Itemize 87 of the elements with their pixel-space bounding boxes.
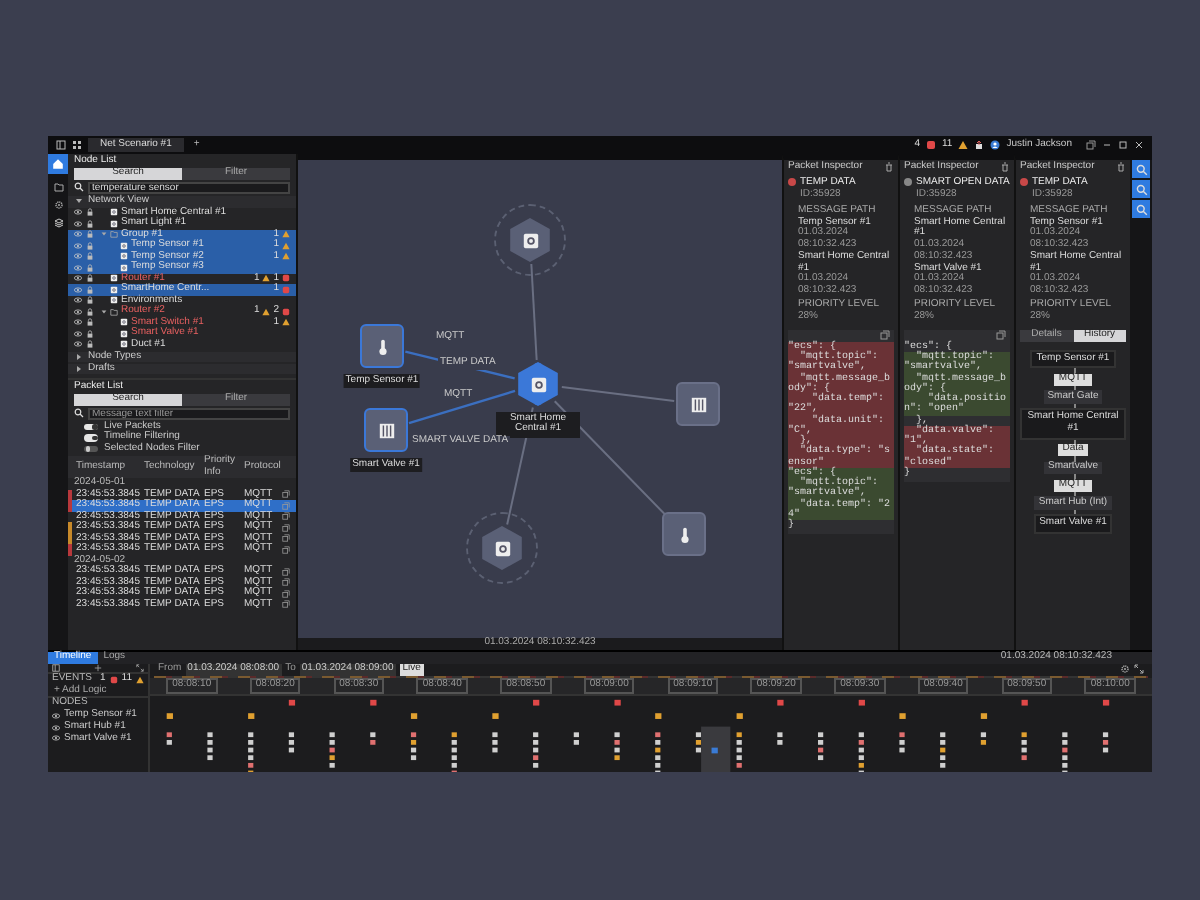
lock-icon[interactable] — [85, 296, 93, 305]
add-icon[interactable] — [94, 663, 102, 672]
hub-node[interactable] — [480, 526, 524, 570]
lock-icon[interactable] — [85, 318, 93, 327]
expand-icon[interactable] — [1134, 664, 1144, 675]
hub-node[interactable] — [516, 362, 560, 406]
toggle-switch[interactable] — [84, 423, 98, 430]
eye-icon[interactable] — [74, 296, 82, 305]
share-icon[interactable] — [974, 140, 985, 150]
search-icon — [74, 408, 84, 419]
eye-icon[interactable] — [74, 252, 82, 261]
eye-icon[interactable] — [52, 734, 60, 743]
valve-node[interactable] — [676, 382, 720, 426]
copy-icon[interactable] — [282, 567, 290, 576]
eye-icon[interactable] — [52, 723, 60, 732]
expand-icon[interactable] — [136, 663, 144, 672]
sensor-node[interactable] — [360, 324, 404, 368]
user-avatar-icon — [990, 140, 1001, 150]
layers-icon[interactable] — [53, 218, 63, 228]
warning-icon — [282, 318, 290, 327]
close-icon[interactable] — [1134, 140, 1144, 150]
error-icon — [282, 307, 290, 316]
lock-icon[interactable] — [85, 219, 93, 228]
settings-icon[interactable] — [1120, 664, 1130, 675]
copy-icon[interactable] — [880, 330, 890, 341]
error-icon — [109, 675, 118, 684]
copy-icon[interactable] — [282, 578, 290, 587]
lock-icon[interactable] — [85, 340, 93, 349]
eye-icon[interactable] — [74, 274, 82, 283]
eye-icon[interactable] — [52, 711, 60, 720]
hub-icon — [521, 231, 539, 249]
search-icon — [74, 182, 84, 193]
copy-icon[interactable] — [282, 545, 290, 554]
toggle-switch[interactable] — [84, 445, 98, 452]
toggle-switch[interactable] — [84, 434, 98, 441]
valve-node[interactable] — [364, 408, 408, 452]
settings-icon[interactable] — [53, 200, 63, 210]
copy-icon[interactable] — [282, 600, 290, 609]
connection-line — [530, 262, 538, 362]
error-icon — [926, 140, 936, 150]
eye-icon[interactable] — [74, 219, 82, 228]
eye-icon[interactable] — [74, 318, 82, 327]
search-icon[interactable] — [1132, 180, 1150, 198]
panel-icon[interactable] — [56, 140, 66, 150]
folder-icon — [110, 230, 118, 239]
warning-icon — [136, 675, 144, 684]
caret-icon — [99, 307, 107, 316]
eye-icon[interactable] — [74, 329, 82, 338]
trash-icon[interactable] — [1000, 162, 1010, 173]
hub-icon — [493, 539, 511, 557]
copy-icon[interactable] — [282, 589, 290, 598]
minimize-icon[interactable] — [1102, 140, 1112, 150]
search-icon[interactable] — [1132, 200, 1150, 218]
valve-icon — [377, 421, 395, 439]
copy-icon[interactable] — [282, 512, 290, 521]
lock-icon[interactable] — [85, 274, 93, 283]
home-icon[interactable] — [48, 154, 68, 174]
eye-icon[interactable] — [74, 241, 82, 250]
sensor-node[interactable] — [662, 512, 706, 556]
copy-icon[interactable] — [282, 523, 290, 532]
thermometer-icon — [675, 525, 693, 543]
trash-icon[interactable] — [884, 162, 894, 173]
hub-node[interactable] — [508, 218, 552, 262]
lock-icon[interactable] — [85, 208, 93, 217]
lock-icon[interactable] — [85, 329, 93, 338]
eye-icon[interactable] — [74, 340, 82, 349]
folder-icon — [110, 307, 118, 316]
copy-icon[interactable] — [282, 534, 290, 543]
grid-icon[interactable] — [72, 140, 82, 150]
caret-icon — [99, 230, 107, 239]
folder-icon[interactable] — [53, 182, 63, 192]
warning-icon — [262, 307, 271, 316]
lock-icon[interactable] — [85, 307, 93, 316]
trash-icon[interactable] — [1116, 162, 1126, 173]
caret-icon — [74, 196, 84, 207]
hub-icon — [529, 375, 547, 393]
thermometer-icon — [373, 337, 391, 355]
copy-icon[interactable] — [1086, 140, 1096, 150]
eye-icon[interactable] — [74, 307, 82, 316]
copy-icon[interactable] — [996, 330, 1006, 341]
valve-icon — [689, 395, 707, 413]
eye-icon[interactable] — [74, 208, 82, 217]
warning-icon — [958, 140, 969, 150]
panel-icon[interactable] — [52, 663, 60, 672]
maximize-icon[interactable] — [1118, 140, 1128, 150]
search-icon[interactable] — [1132, 160, 1150, 178]
copy-icon[interactable] — [282, 490, 290, 499]
